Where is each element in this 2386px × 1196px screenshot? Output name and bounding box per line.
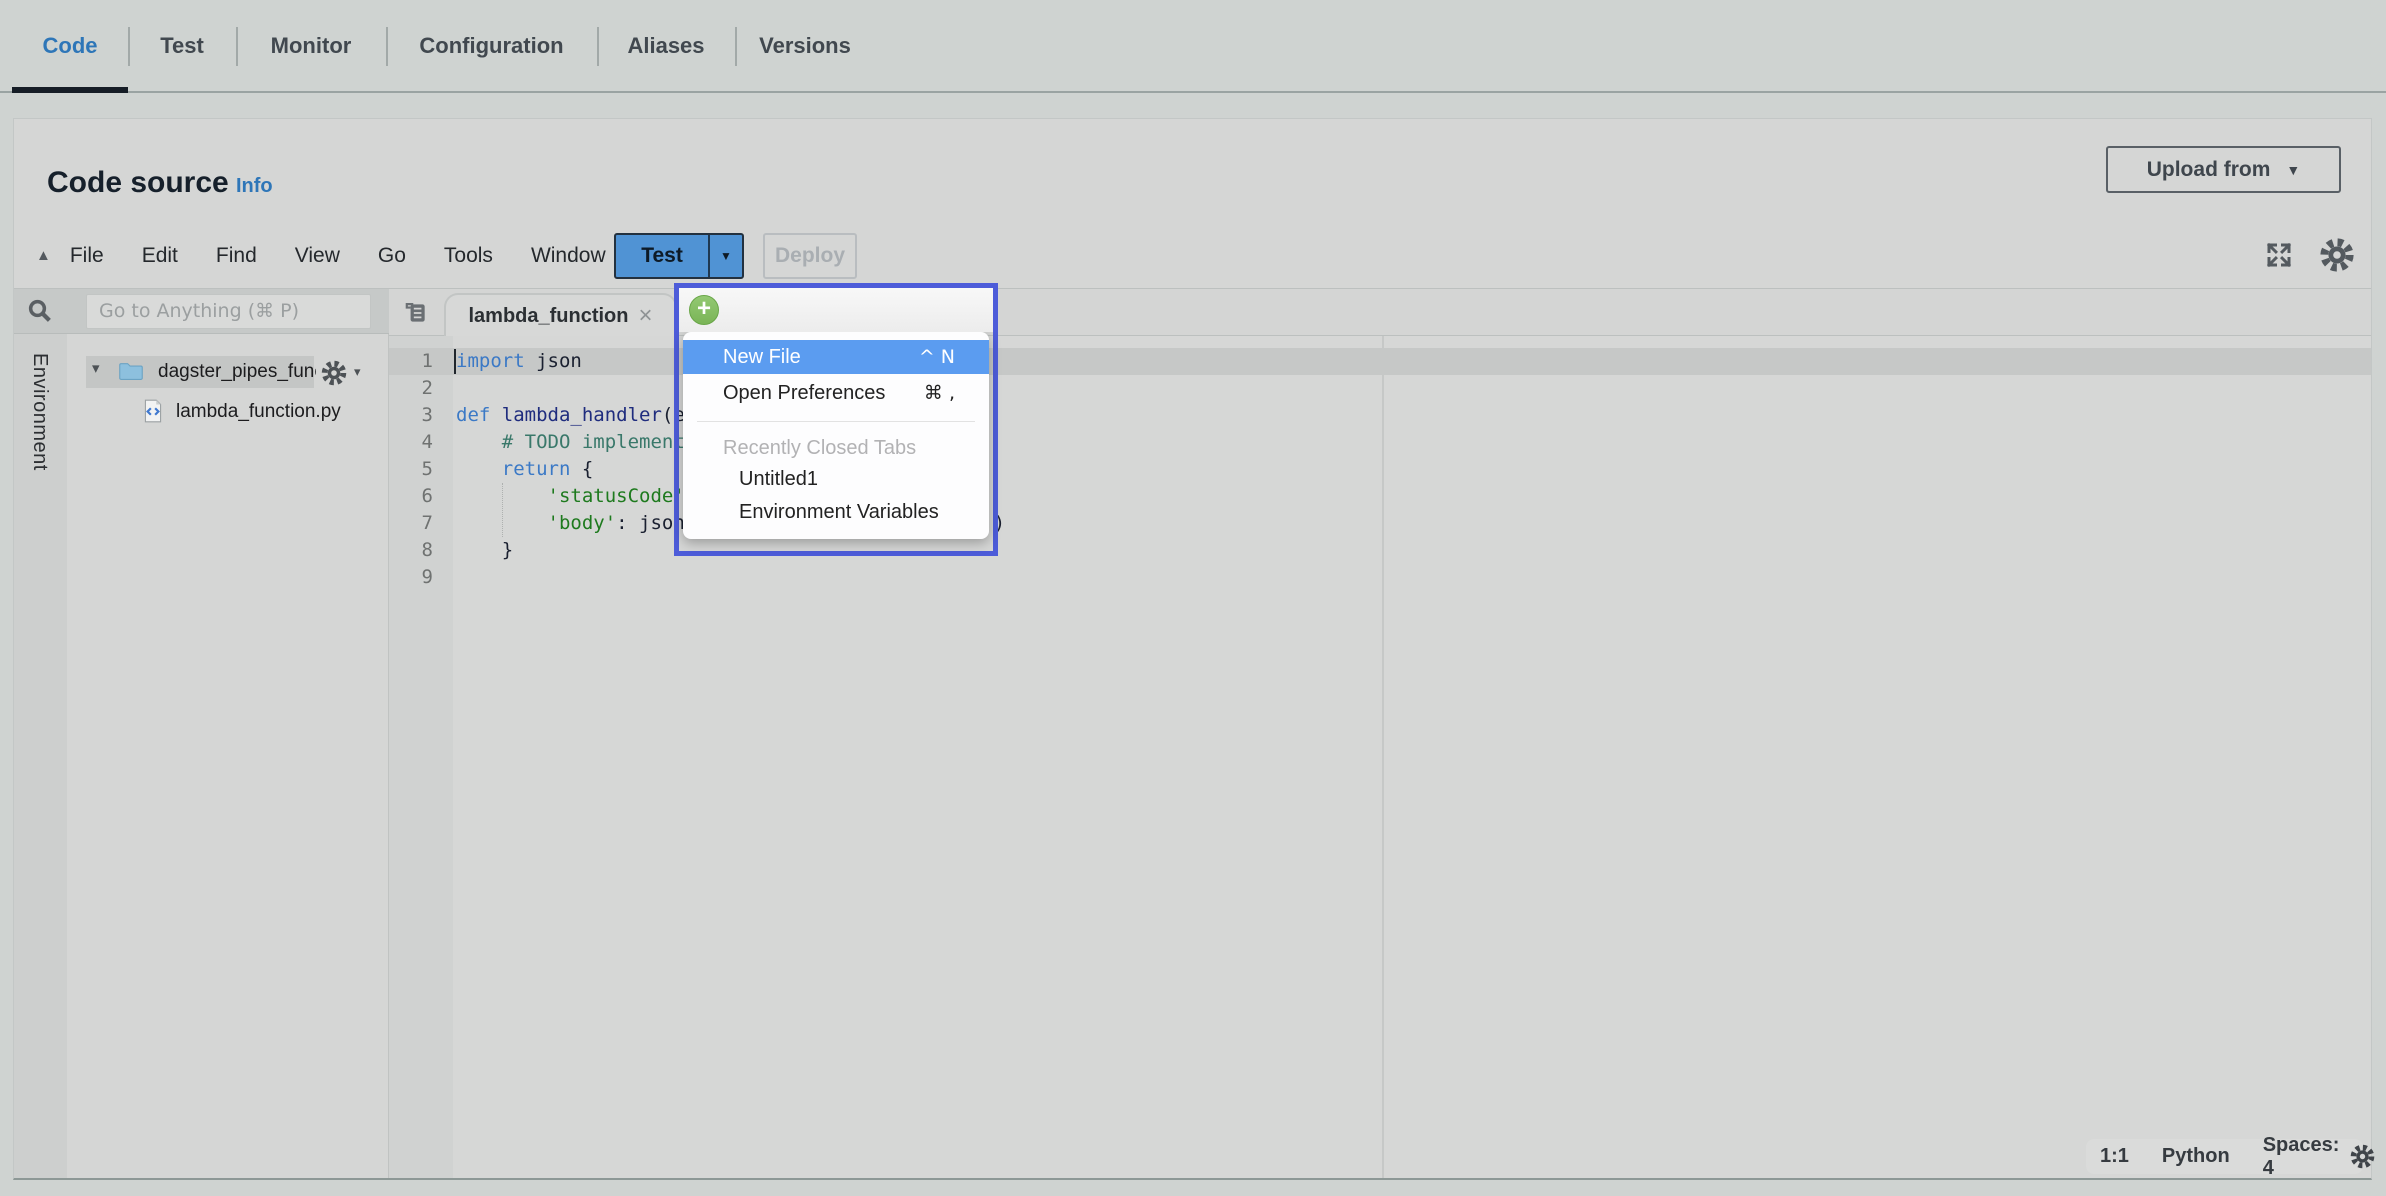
text-cursor	[454, 349, 456, 374]
folder-disclosure-caret-icon[interactable]: ▾	[92, 359, 100, 377]
tab-monitor[interactable]: Monitor	[236, 0, 386, 91]
ide-settings-gear-icon[interactable]	[2318, 236, 2356, 274]
close-tab-icon[interactable]: ×	[639, 306, 653, 326]
file-menu-popup: + New File ^ N Open Preferences ⌘ , Rece…	[674, 283, 998, 556]
popup-menu: New File ^ N Open Preferences ⌘ , Recent…	[683, 332, 989, 539]
go-to-anything-input[interactable]	[86, 294, 371, 329]
menu-item-open-preferences[interactable]: Open Preferences ⌘ ,	[683, 374, 989, 412]
editor-tab-lambda-function[interactable]: lambda_function ×	[444, 293, 677, 337]
tab-test[interactable]: Test	[128, 0, 236, 91]
menu-view[interactable]: View	[276, 244, 359, 268]
code-source-card: Code source Info Upload from ▼ ▲ File Ed…	[13, 118, 2372, 1180]
language-mode[interactable]: Python	[2162, 1145, 2230, 1168]
deploy-button[interactable]: Deploy	[763, 233, 857, 279]
test-button[interactable]: Test	[616, 235, 708, 277]
indent-guide	[502, 483, 503, 537]
folder-icon[interactable]	[115, 358, 147, 385]
gutter-line-number: 4	[389, 429, 433, 456]
menu-window[interactable]: Window	[512, 244, 625, 268]
menu-item-label: New File	[723, 346, 801, 369]
status-settings-gear-icon[interactable]	[2349, 1143, 2376, 1170]
code-line	[456, 564, 1005, 591]
tab-configuration[interactable]: Configuration	[386, 0, 597, 91]
gutter-line-number: 9	[389, 564, 433, 591]
ide-menubar: ▲ File Edit Find View Go Tools Window Te…	[14, 223, 2371, 289]
file-tree-panel	[67, 334, 389, 1178]
search-icon[interactable]	[25, 296, 55, 326]
tree-item-file-label[interactable]: lambda_function.py	[176, 401, 341, 423]
gutter-line-number: 5	[389, 456, 433, 483]
tab-configuration-label: Configuration	[419, 33, 563, 59]
menu-separator	[697, 421, 975, 422]
tree-item-folder-label[interactable]: dagster_pipes_funct	[158, 361, 316, 383]
menu-item-untitled1[interactable]: Untitled1	[683, 463, 989, 496]
tab-versions-label: Versions	[759, 33, 851, 59]
gutter-line-number: 8	[389, 537, 433, 564]
info-link[interactable]: Info	[236, 175, 273, 198]
gutter: 123456789	[389, 348, 433, 591]
tab-versions[interactable]: Versions	[735, 0, 875, 91]
tree-settings-gear-icon[interactable]	[320, 359, 348, 387]
tab-aliases[interactable]: Aliases	[597, 0, 735, 91]
python-file-icon[interactable]	[140, 396, 166, 426]
gutter-line-number: 6	[389, 483, 433, 510]
menu-item-shortcut: ^ N	[919, 346, 955, 368]
new-tab-plus-icon[interactable]: +	[689, 295, 719, 325]
test-split-button[interactable]: Test ▼	[614, 233, 744, 279]
editor-status-bar: 1:1 Python Spaces: 4	[2086, 1139, 2363, 1174]
upload-from-label: Upload from	[2147, 158, 2271, 182]
tab-code-label: Code	[43, 33, 98, 59]
print-margin-line	[1382, 336, 1384, 1178]
tab-aliases-label: Aliases	[627, 33, 704, 59]
gutter-line-number: 7	[389, 510, 433, 537]
indentation-setting[interactable]: Spaces: 4	[2263, 1134, 2340, 1180]
gutter-line-number: 1	[389, 348, 433, 375]
menu-find[interactable]: Find	[197, 244, 276, 268]
environment-panel-tab[interactable]: Environment	[28, 353, 51, 471]
lambda-console-page: { "colors": { "accent_link": "#2e76b8", …	[0, 0, 2386, 1196]
function-tab-nav: Code Test Monitor Configuration Aliases …	[0, 0, 2386, 93]
menu-item-label: Open Preferences	[723, 382, 885, 405]
collapse-panel-icon[interactable]: ▲	[36, 247, 51, 264]
tab-monitor-label: Monitor	[271, 33, 352, 59]
menu-file[interactable]: File	[51, 244, 123, 268]
gutter-line-number: 2	[389, 375, 433, 402]
menu-go[interactable]: Go	[359, 244, 425, 268]
test-dropdown-caret[interactable]: ▼	[708, 235, 742, 277]
editor-tab-label: lambda_function	[468, 305, 628, 328]
popup-tab-strip: +	[679, 288, 993, 332]
tree-settings-caret-icon[interactable]: ▾	[354, 364, 361, 380]
menu-item-new-file[interactable]: New File ^ N	[683, 340, 989, 374]
tab-test-label: Test	[160, 33, 204, 59]
upload-from-button[interactable]: Upload from ▼	[2106, 146, 2341, 193]
cursor-position[interactable]: 1:1	[2100, 1145, 2129, 1168]
page-title: Code source	[47, 166, 229, 200]
tab-list-icon[interactable]	[403, 300, 429, 326]
gutter-line-number: 3	[389, 402, 433, 429]
menu-tools[interactable]: Tools	[425, 244, 512, 268]
menu-edit[interactable]: Edit	[123, 244, 197, 268]
chevron-down-icon: ▼	[2286, 162, 2300, 178]
menu-section-label: Recently Closed Tabs	[683, 433, 989, 463]
tab-code[interactable]: Code	[12, 0, 128, 91]
fullscreen-icon[interactable]	[2264, 240, 2294, 270]
menu-item-shortcut: ⌘ ,	[924, 382, 955, 404]
menu-item-environment-variables[interactable]: Environment Variables	[683, 496, 989, 529]
chevron-down-icon: ▼	[720, 249, 732, 263]
